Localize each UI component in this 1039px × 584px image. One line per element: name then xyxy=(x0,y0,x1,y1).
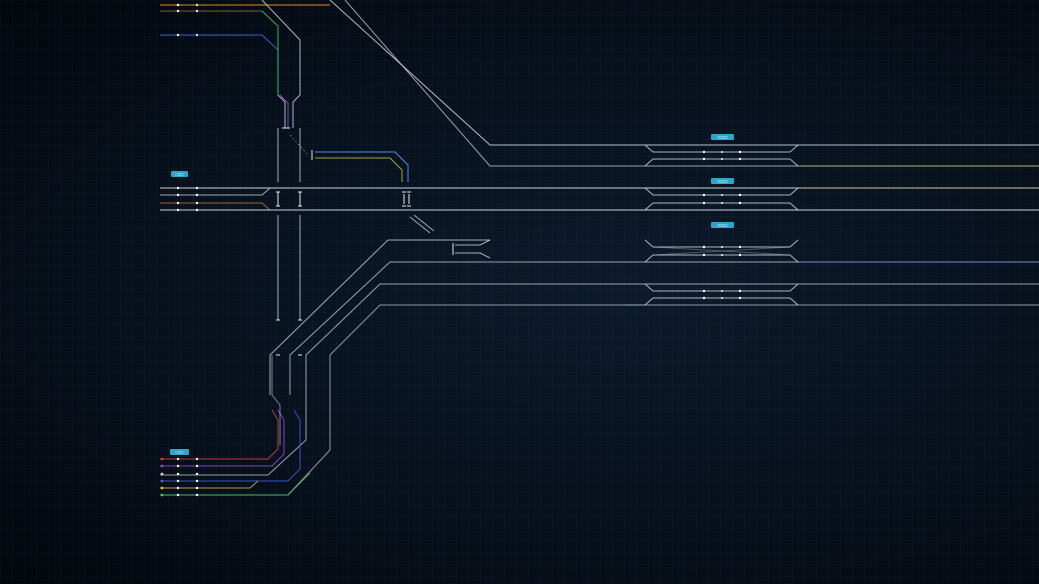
track-layout: □□□□ □□□□ □□□□ □□□ □□□ xyxy=(160,0,1039,497)
signal-dots-center[interactable] xyxy=(176,186,199,212)
station-loop-mid[interactable] xyxy=(644,187,799,211)
track-branch-yellow[interactable] xyxy=(315,157,403,182)
platform-tag-1[interactable]: □□□□ xyxy=(711,134,734,140)
station-loop-top[interactable] xyxy=(644,144,799,167)
track-top-white-b[interactable] xyxy=(277,94,286,128)
railway-map[interactable]: □□□□ □□□□ □□□□ □□□ □□□ xyxy=(0,0,1039,584)
platform-tag-2[interactable]: □□□□ xyxy=(711,178,734,184)
track-crossover[interactable] xyxy=(409,214,435,234)
track-branch-diag[interactable] xyxy=(289,134,309,156)
track-bottom-white[interactable] xyxy=(271,355,281,445)
track-lower-3[interactable] xyxy=(160,283,1039,476)
track-top-purple[interactable] xyxy=(279,94,289,128)
track-siding-small[interactable] xyxy=(455,239,491,259)
track-lower-1[interactable] xyxy=(269,239,490,395)
signal-dots-bottom[interactable] xyxy=(160,457,199,497)
track-bottom-purple[interactable] xyxy=(160,409,285,467)
platform-tag-5[interactable]: □□□ xyxy=(170,449,189,455)
track-diagonal-main-2[interactable] xyxy=(344,0,1039,167)
station-loop-bottom[interactable] xyxy=(644,283,799,306)
platform-tag-2-label: □□□□ xyxy=(717,179,728,184)
track-top-white-a[interactable] xyxy=(261,0,301,128)
track-center-2[interactable] xyxy=(160,187,271,196)
track-top-green[interactable] xyxy=(261,10,279,95)
platform-tag-4-label: □□□ xyxy=(176,172,184,177)
station-loop-low[interactable] xyxy=(644,239,799,263)
track-bottom-blue[interactable] xyxy=(160,409,301,482)
platform-tag-3-label: □□□□ xyxy=(717,223,728,228)
platform-tag-3[interactable]: □□□□ xyxy=(711,222,734,228)
track-bottom-green[interactable] xyxy=(160,472,311,496)
track-diagonal-main-1[interactable] xyxy=(329,0,1039,146)
platform-tag-4[interactable]: □□□ xyxy=(171,171,188,177)
signal-dots-top[interactable] xyxy=(176,3,199,37)
platform-tag-5-label: □□□ xyxy=(176,450,184,455)
platform-tag-1-label: □□□□ xyxy=(717,135,728,140)
track-bottom-yellow[interactable] xyxy=(160,480,259,489)
track-center-3[interactable] xyxy=(160,202,271,211)
track-branch-blue[interactable] xyxy=(315,151,409,182)
track-top-blue[interactable] xyxy=(160,34,279,95)
track-lower-2[interactable] xyxy=(289,261,1039,395)
